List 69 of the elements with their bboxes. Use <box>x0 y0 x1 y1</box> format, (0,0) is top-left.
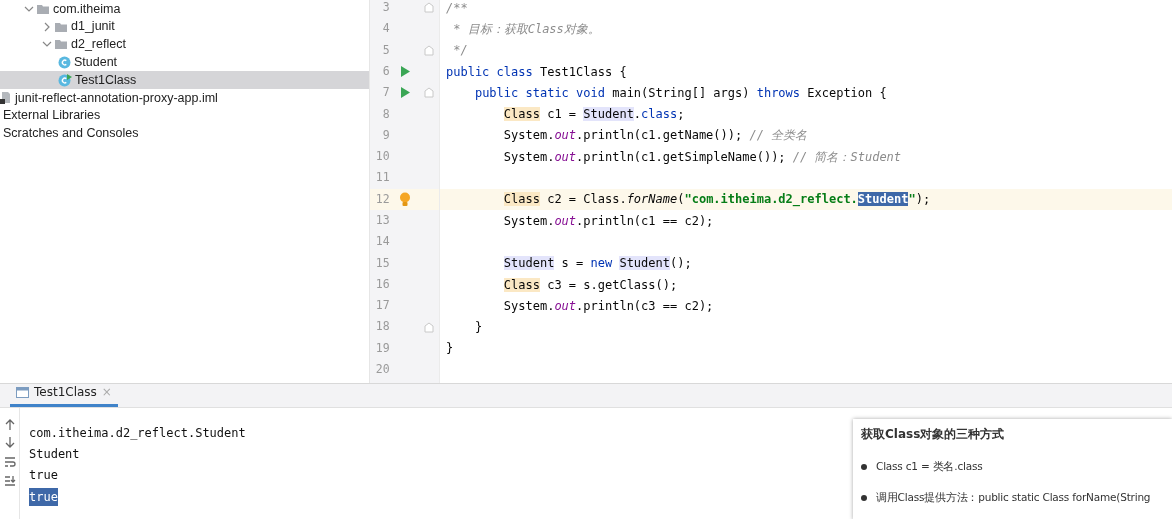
up-arrow-icon[interactable] <box>3 418 16 430</box>
line-number: 3 <box>381 0 390 16</box>
bullet-text: 调用Class提供方法：public static Class forName(String <box>876 489 1151 505</box>
code-line: Class c1 = Student.class; <box>502 106 685 124</box>
code-line: Class c2 = Class.forName("com.itheima.d2_reflect.Student"); <box>502 191 931 209</box>
tree-item[interactable]: Student <box>0 53 369 72</box>
fold-icon[interactable] <box>424 87 435 99</box>
chevron-right-icon <box>42 21 52 32</box>
line-number: 18 <box>374 318 390 336</box>
code-line: Student s = new Student(); <box>502 255 692 273</box>
code-line: public static void main(String[] args) throws Exception { <box>473 84 887 102</box>
line-number: 13 <box>374 212 390 229</box>
code-line: System.out.println(c1.getName()); // 全类名 <box>502 127 808 145</box>
tree-item[interactable]: Scratches and Consoles <box>0 124 369 143</box>
line-number: 14 <box>374 233 390 251</box>
code-line: } <box>445 340 454 358</box>
code-line: */ <box>452 42 468 60</box>
fold-icon[interactable] <box>424 44 435 56</box>
console-line: com.itheima.d2_reflect.Student <box>29 424 246 442</box>
tree-item[interactable]: Test1Class <box>0 71 369 89</box>
file-icon <box>0 91 12 105</box>
line-number: 19 <box>374 339 390 357</box>
fold-icon[interactable] <box>424 2 435 14</box>
code-line: * 目标：获取Class对象。 <box>452 20 600 38</box>
down-arrow-icon[interactable] <box>3 437 16 449</box>
tree-item[interactable]: com.itheima <box>0 0 369 18</box>
bullet-icon <box>861 463 867 470</box>
line-number: 9 <box>381 126 390 144</box>
run-tab[interactable]: Test1Class × <box>10 383 118 407</box>
note-title: 获取Class对象的三种方式 <box>861 426 1006 443</box>
console-line: Student <box>29 445 80 463</box>
folder-icon <box>54 20 68 33</box>
fold-icon[interactable] <box>424 321 435 333</box>
line-number: 5 <box>381 41 390 59</box>
code-line: System.out.println(c1 == c2); <box>502 212 714 230</box>
bullet-text: Class c1 = 类名.class <box>876 459 983 474</box>
run-icon[interactable] <box>399 86 410 100</box>
tab-label: Test1Class <box>34 384 97 401</box>
folder-icon <box>54 38 68 51</box>
line-number: 16 <box>374 275 390 293</box>
code-line: System.out.println(c1.getSimpleName()); // 简名：Student <box>502 148 902 166</box>
code-line: } <box>473 319 483 337</box>
line-number: 4 <box>381 20 390 38</box>
line-number: 20 <box>374 361 390 379</box>
line-number: 12 <box>374 190 390 208</box>
class-icon <box>58 73 72 87</box>
folder-icon <box>36 2 50 15</box>
line-number: 15 <box>374 254 390 272</box>
tree-item[interactable]: d1_junit <box>0 17 369 36</box>
line-number: 10 <box>374 148 390 166</box>
scroll-to-end-icon[interactable] <box>3 475 16 487</box>
code-line: Class c3 = s.getClass(); <box>502 276 678 294</box>
line-number: 17 <box>374 297 390 315</box>
tree-item[interactable]: d2_reflect <box>0 35 369 54</box>
line-number: 11 <box>374 169 390 187</box>
tree-item[interactable]: External Libraries <box>0 106 369 125</box>
lightbulb-icon[interactable] <box>398 191 411 207</box>
bullet-icon <box>861 494 867 501</box>
soft-wrap-icon[interactable] <box>3 456 16 468</box>
class-icon <box>58 55 71 69</box>
line-number: 6 <box>381 62 390 80</box>
line-number: 8 <box>381 105 390 123</box>
code-line: public class Test1Class { <box>445 63 627 81</box>
code-line: System.out.println(c3 == c2); <box>502 297 714 315</box>
run-icon[interactable] <box>399 65 410 79</box>
code-line: /** <box>445 0 468 17</box>
console-line: true <box>29 467 58 485</box>
line-number: 7 <box>381 84 390 102</box>
tree-item[interactable]: junit-reflect-annotation-proxy-app.iml <box>0 89 369 107</box>
